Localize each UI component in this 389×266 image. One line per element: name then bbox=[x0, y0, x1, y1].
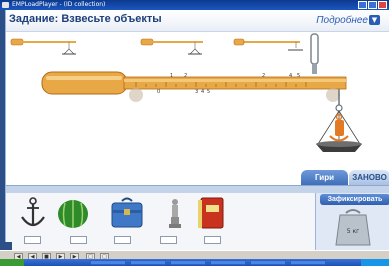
weight-slot bbox=[70, 236, 87, 244]
anchor-icon[interactable] bbox=[16, 195, 50, 231]
ruler-tick-label: 4 bbox=[289, 73, 292, 79]
mini-scale-icon bbox=[10, 38, 76, 55]
taskbar-item[interactable] bbox=[250, 260, 286, 265]
mini-scale-icon bbox=[140, 38, 203, 55]
taskbar-item[interactable] bbox=[210, 260, 246, 265]
weight-label: 5 кг bbox=[347, 228, 360, 235]
scroll-strip bbox=[0, 242, 12, 250]
weights-panel: Зафиксировать 5 кг bbox=[315, 193, 389, 250]
weight-slot bbox=[24, 236, 41, 244]
ruler-tick-label: 1 bbox=[170, 73, 173, 79]
minimize-button[interactable] bbox=[358, 1, 367, 9]
window-controls bbox=[358, 1, 387, 9]
weight-slot bbox=[160, 236, 177, 244]
taskbar bbox=[0, 259, 389, 266]
steelyard-scene: 1 2 2 4 5 0 3 4 5 bbox=[10, 33, 362, 152]
window-title: EMPLoadPlayer - (ID collection) bbox=[12, 1, 106, 8]
ruler-tick-label: 2 bbox=[184, 73, 187, 79]
ruler-tick-label: 5 bbox=[207, 89, 210, 95]
ruler-tick-label: 2 bbox=[262, 73, 265, 79]
ruler-tick-label: 4 bbox=[201, 89, 204, 95]
maximize-button[interactable] bbox=[368, 1, 377, 9]
scale-stage: 1 2 2 4 5 0 3 4 5 bbox=[6, 32, 389, 185]
taskbar-item[interactable] bbox=[130, 260, 166, 265]
ruler-tick-label: 3 bbox=[195, 89, 198, 95]
steelyard-beam[interactable] bbox=[41, 71, 347, 102]
taskbar-item[interactable] bbox=[290, 260, 326, 265]
panel-divider bbox=[6, 185, 389, 193]
task-header: Задание: Взвесьте объекты Подробнее ▼ bbox=[6, 10, 389, 32]
reset-button[interactable]: ЗАНОВО bbox=[349, 170, 389, 185]
taskbar-item[interactable] bbox=[90, 260, 126, 265]
more-link[interactable]: Подробнее bbox=[316, 15, 368, 26]
chevron-down-icon[interactable]: ▼ bbox=[369, 15, 380, 25]
ruler-tick-label: 5 bbox=[297, 73, 300, 79]
watermelon-icon[interactable] bbox=[56, 195, 90, 231]
window-titlebar: EMPLoadPlayer - (ID collection) bbox=[0, 0, 389, 10]
mini-scale-icon bbox=[233, 38, 303, 51]
book-icon[interactable] bbox=[194, 195, 228, 231]
app-icon bbox=[2, 2, 9, 8]
start-button[interactable] bbox=[0, 259, 24, 266]
task-title: Задание: Взвесьте объекты bbox=[9, 13, 162, 25]
briefcase-icon[interactable] bbox=[110, 195, 144, 231]
taskbar-item[interactable] bbox=[170, 260, 206, 265]
weight-icon[interactable]: 5 кг bbox=[316, 205, 389, 250]
ruler-tick-label: 0 bbox=[157, 89, 160, 95]
close-button[interactable] bbox=[378, 1, 387, 9]
top-hook bbox=[310, 33, 319, 74]
fix-button[interactable]: Зафиксировать bbox=[320, 194, 389, 205]
weight-slot bbox=[114, 236, 131, 244]
tab-weights[interactable]: Гири bbox=[301, 170, 348, 185]
app-area: Задание: Взвесьте объекты Подробнее ▼ 1 … bbox=[5, 10, 389, 250]
weight-slot bbox=[204, 236, 221, 244]
system-tray bbox=[361, 259, 389, 266]
statuette-icon[interactable] bbox=[158, 195, 192, 231]
objects-tray bbox=[6, 193, 315, 250]
